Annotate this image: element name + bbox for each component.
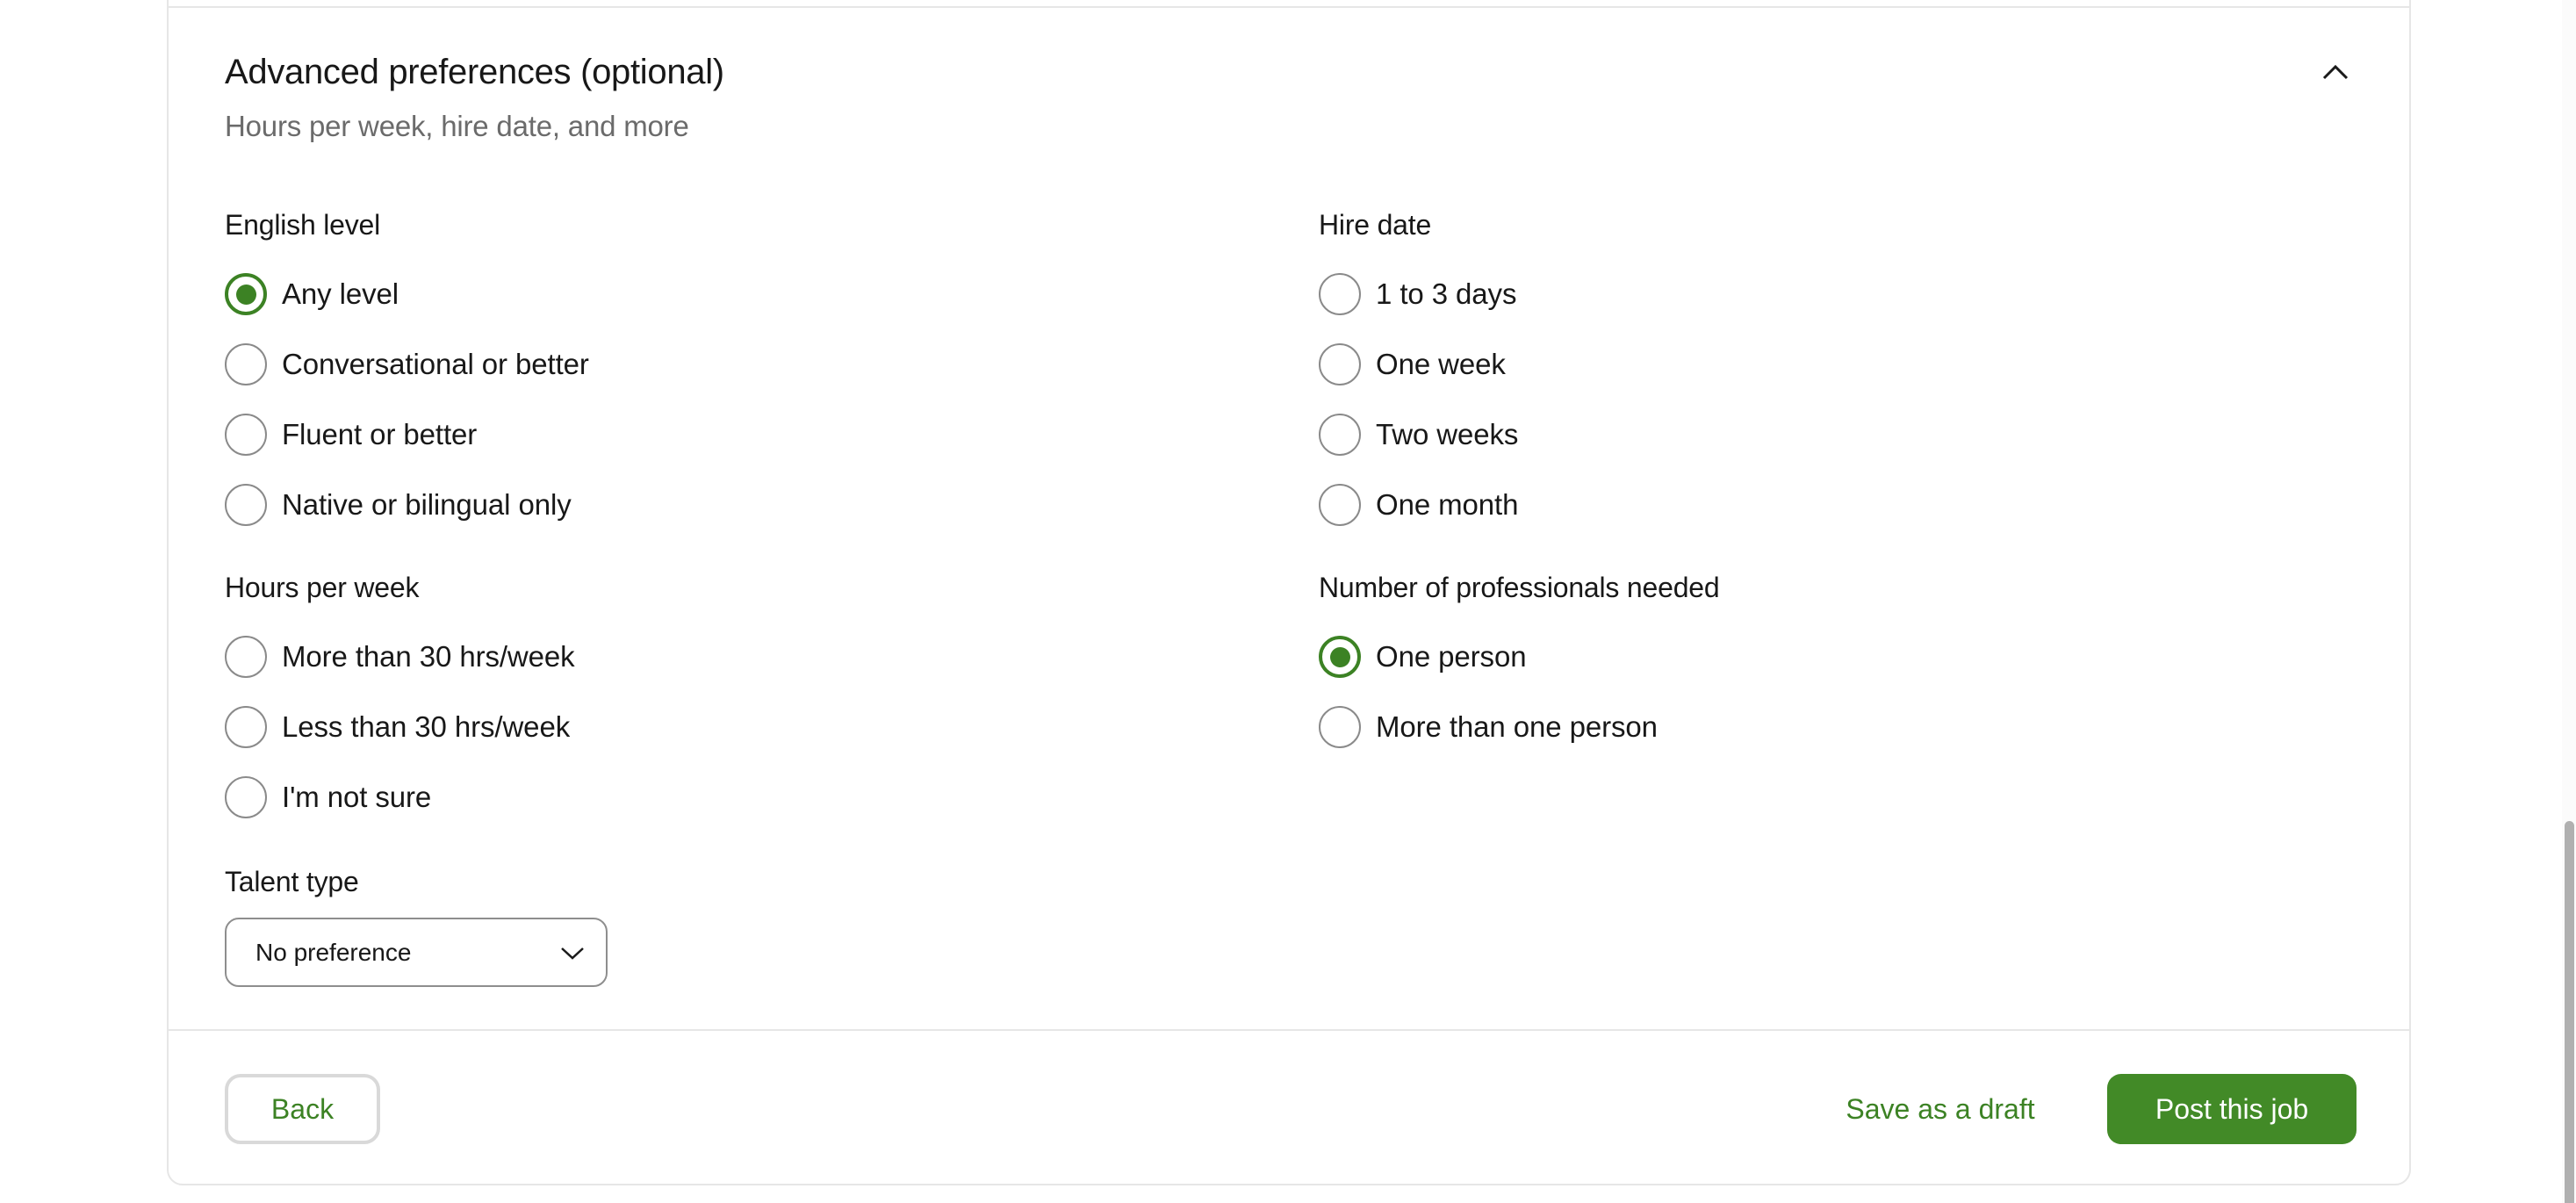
radio-label: One month (1376, 488, 1519, 521)
radio-button[interactable] (1319, 414, 1361, 456)
talent-type-select[interactable]: No preference (225, 918, 608, 987)
radio-button[interactable] (225, 706, 267, 748)
radio-hours-more-30[interactable]: More than 30 hrs/week (225, 636, 575, 678)
collapse-section-button[interactable] (2314, 54, 2357, 90)
section-divider (167, 6, 2411, 8)
radio-button[interactable] (1319, 273, 1361, 315)
talent-type-label: Talent type (225, 866, 359, 897)
radio-button[interactable] (225, 636, 267, 678)
radio-hire-two-weeks[interactable]: Two weeks (1319, 414, 1518, 456)
radio-button[interactable] (225, 484, 267, 526)
radio-button[interactable] (1319, 636, 1361, 678)
footer-divider (167, 1029, 2411, 1031)
radio-label: I'm not sure (282, 781, 432, 813)
radio-label: Conversational or better (282, 348, 589, 380)
back-button[interactable]: Back (225, 1074, 380, 1144)
hire-date-label: Hire date (1319, 209, 1432, 241)
chevron-down-icon (561, 947, 584, 960)
english-level-label: English level (225, 209, 381, 241)
radio-label: One person (1376, 640, 1527, 673)
radio-button[interactable] (225, 273, 267, 315)
radio-english-native[interactable]: Native or bilingual only (225, 484, 572, 526)
radio-button[interactable] (1319, 343, 1361, 385)
radio-label: More than one person (1376, 710, 1658, 743)
section-subtitle: Hours per week, hire date, and more (225, 110, 689, 142)
radio-english-any-level[interactable]: Any level (225, 273, 399, 315)
radio-button[interactable] (225, 343, 267, 385)
radio-button[interactable] (225, 776, 267, 818)
radio-button[interactable] (1319, 484, 1361, 526)
radio-label: One week (1376, 348, 1506, 380)
radio-label: 1 to 3 days (1376, 277, 1517, 310)
post-job-button[interactable]: Post this job (2107, 1074, 2357, 1144)
radio-hours-not-sure[interactable]: I'm not sure (225, 776, 431, 818)
chevron-up-icon (2322, 64, 2349, 80)
save-draft-button[interactable]: Save as a draft (1835, 1074, 2046, 1144)
radio-label: Less than 30 hrs/week (282, 710, 571, 743)
radio-english-fluent[interactable]: Fluent or better (225, 414, 477, 456)
radio-hire-1-3-days[interactable]: 1 to 3 days (1319, 273, 1516, 315)
radio-button[interactable] (1319, 706, 1361, 748)
radio-label: Two weeks (1376, 418, 1519, 450)
scrollbar-thumb[interactable] (2565, 821, 2574, 1203)
advanced-preferences-card (167, 0, 2411, 1185)
section-title: Advanced preferences (optional) (225, 53, 724, 91)
radio-button[interactable] (225, 414, 267, 456)
radio-more-than-one-person[interactable]: More than one person (1319, 706, 1658, 748)
hours-per-week-label: Hours per week (225, 572, 420, 603)
radio-english-conversational[interactable]: Conversational or better (225, 343, 589, 385)
professionals-needed-label: Number of professionals needed (1319, 572, 1720, 603)
radio-hire-one-month[interactable]: One month (1319, 484, 1518, 526)
radio-label: Native or bilingual only (282, 488, 572, 521)
radio-hours-less-30[interactable]: Less than 30 hrs/week (225, 706, 570, 748)
radio-hire-one-week[interactable]: One week (1319, 343, 1506, 385)
radio-label: Fluent or better (282, 418, 478, 450)
radio-one-person[interactable]: One person (1319, 636, 1527, 678)
radio-label: More than 30 hrs/week (282, 640, 575, 673)
talent-type-value: No preference (255, 938, 412, 966)
radio-label: Any level (282, 277, 399, 310)
